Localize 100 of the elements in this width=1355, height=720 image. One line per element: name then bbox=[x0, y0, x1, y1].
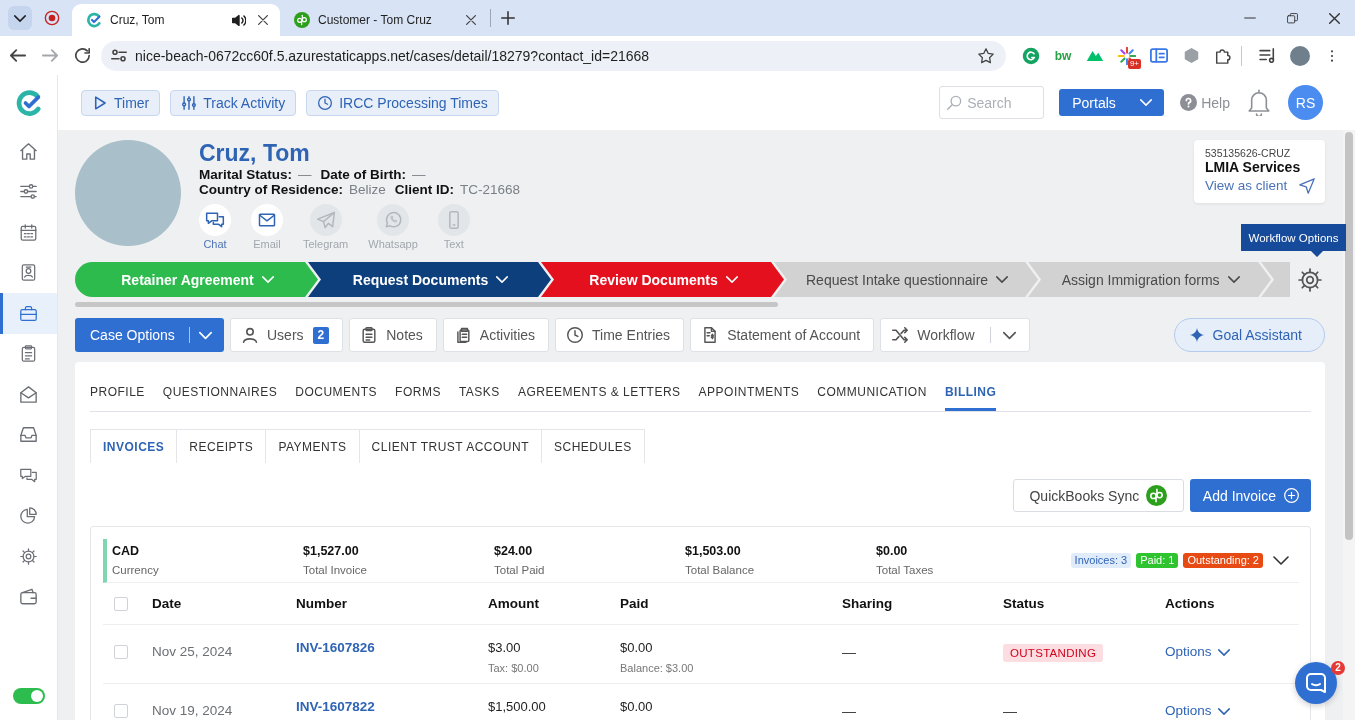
invoice-number-link[interactable]: INV-1607822 bbox=[296, 699, 375, 714]
plus-icon[interactable] bbox=[501, 11, 515, 25]
envelope-icon bbox=[251, 204, 283, 236]
site-settings-icon[interactable] bbox=[111, 49, 127, 62]
forward-arrow-icon[interactable] bbox=[42, 49, 58, 62]
add-invoice-button[interactable]: Add Invoice bbox=[1189, 479, 1311, 512]
case-action-button[interactable]: Workflow bbox=[880, 318, 1030, 352]
sidebar-item[interactable] bbox=[0, 293, 57, 334]
user-avatar[interactable]: RS bbox=[1288, 85, 1323, 120]
workflow-step[interactable]: Request Documents bbox=[308, 262, 551, 297]
search-field[interactable]: Search bbox=[939, 86, 1045, 119]
close-icon[interactable] bbox=[466, 15, 476, 25]
row-checkbox[interactable] bbox=[114, 704, 128, 718]
paid-amount: $0.00 bbox=[620, 640, 654, 656]
browser-tab[interactable]: Cruz, Tom bbox=[72, 4, 280, 36]
caret-icon bbox=[1217, 706, 1230, 716]
chevron-down-icon[interactable] bbox=[1273, 555, 1289, 566]
section-tab[interactable]: COMMUNICATION bbox=[817, 382, 927, 411]
reload-icon[interactable] bbox=[74, 48, 90, 63]
home-icon bbox=[20, 142, 37, 160]
column-header: Date bbox=[152, 595, 183, 612]
case-action-button[interactable]: Statement of Account bbox=[690, 318, 875, 352]
settings-icon[interactable] bbox=[1298, 267, 1322, 292]
subtab[interactable]: SCHEDULES bbox=[540, 429, 645, 463]
portals-button[interactable]: Portals bbox=[1059, 89, 1165, 116]
wallet-icon bbox=[20, 588, 37, 606]
column-header: Sharing bbox=[842, 595, 894, 612]
subtab[interactable]: INVOICES bbox=[90, 429, 178, 463]
invoice-number-link[interactable]: INV-1607826 bbox=[296, 640, 375, 655]
count-badge: 2 bbox=[312, 326, 330, 344]
app-logo-icon[interactable] bbox=[14, 89, 43, 117]
section-tab[interactable]: DOCUMENTS bbox=[295, 382, 378, 411]
section-tab[interactable]: FORMS bbox=[395, 382, 441, 411]
section-tab[interactable]: PROFILE bbox=[90, 382, 145, 411]
browser-tab[interactable]: Customer - Tom Cruz bbox=[280, 4, 488, 36]
extension-label[interactable]: bw bbox=[1054, 48, 1072, 63]
record-icon[interactable] bbox=[44, 10, 60, 26]
options-link[interactable]: Options bbox=[1165, 703, 1230, 719]
caret-icon bbox=[496, 275, 509, 284]
toggle-switch[interactable] bbox=[13, 688, 45, 704]
help-button[interactable]: Help bbox=[1180, 94, 1230, 111]
workflow-step[interactable]: Assign Immigration forms bbox=[1028, 262, 1272, 297]
case-action-button[interactable]: Users 2 bbox=[230, 318, 344, 352]
section-tab[interactable]: APPOINTMENTS bbox=[698, 382, 800, 411]
mountain-logo-icon[interactable] bbox=[1086, 49, 1104, 62]
bell-icon[interactable] bbox=[1248, 89, 1270, 116]
workflow-step[interactable]: Review Documents bbox=[541, 262, 784, 297]
toolbar-button[interactable]: Track Activity bbox=[170, 89, 297, 116]
goal-assistant-button[interactable]: Goal Assistant bbox=[1173, 318, 1325, 352]
dollar-document-icon bbox=[702, 327, 719, 343]
clipboards-icon bbox=[454, 327, 471, 343]
toolbar-button[interactable]: IRCC Processing Times bbox=[306, 89, 499, 116]
side-panel-icon[interactable] bbox=[1150, 48, 1168, 63]
view-as-client-link[interactable]: View as client bbox=[1205, 176, 1315, 196]
toolbar-button[interactable]: Timer bbox=[81, 89, 161, 116]
sync-button[interactable]: QuickBooks Sync bbox=[1012, 479, 1184, 512]
close-icon[interactable] bbox=[258, 15, 268, 25]
send-icon bbox=[1299, 178, 1315, 194]
balance-note: Balance: $3.00 bbox=[620, 661, 695, 675]
circle-logo-icon[interactable] bbox=[1022, 46, 1040, 65]
close-icon[interactable] bbox=[1328, 12, 1340, 24]
case-options-button[interactable]: Case Options bbox=[75, 318, 224, 352]
avatar-placeholder[interactable] bbox=[1290, 45, 1310, 66]
contact-option[interactable]: Chat bbox=[199, 204, 231, 251]
restore-icon[interactable] bbox=[1286, 12, 1298, 24]
section-tab[interactable]: QUESTIONNAIRES bbox=[162, 382, 278, 411]
service-name: LMIA Services bbox=[1205, 159, 1302, 176]
puzzle-icon[interactable] bbox=[1214, 47, 1232, 64]
back-arrow-icon[interactable] bbox=[10, 49, 26, 62]
caret-icon bbox=[725, 275, 738, 284]
speaker-icon[interactable] bbox=[232, 13, 246, 27]
options-link[interactable]: Options bbox=[1165, 644, 1230, 660]
workflow-step[interactable]: Request Intake questionnaire bbox=[774, 262, 1039, 297]
section-tab[interactable]: BILLING bbox=[944, 382, 997, 411]
briefcase-icon bbox=[20, 304, 37, 322]
summary-label: Currency bbox=[112, 563, 160, 578]
case-action-button[interactable]: Activities bbox=[442, 318, 550, 352]
summary-value: $0.00 bbox=[876, 543, 909, 559]
inbox-tray-icon bbox=[20, 426, 37, 444]
row-checkbox[interactable] bbox=[114, 645, 128, 659]
pie-chart-icon bbox=[20, 507, 37, 525]
tab-search-button[interactable] bbox=[8, 6, 32, 30]
count-badge: Invoices: 3 bbox=[1070, 553, 1132, 568]
vertical-scrollbar[interactable] bbox=[1343, 130, 1355, 720]
media-list-icon[interactable] bbox=[1259, 48, 1277, 63]
paid-amount: $0.00 bbox=[620, 699, 654, 715]
field-label: Marital Status: bbox=[199, 167, 293, 182]
section-tab[interactable]: AGREEMENTS & LETTERS bbox=[517, 382, 681, 411]
status-value: — bbox=[1003, 703, 1017, 719]
select-all-checkbox[interactable] bbox=[114, 596, 128, 611]
case-action-button[interactable]: Time Entries bbox=[555, 318, 685, 352]
star-icon[interactable] bbox=[978, 47, 994, 64]
section-tab[interactable]: TASKS bbox=[458, 382, 500, 411]
hexagon-icon[interactable] bbox=[1183, 47, 1199, 64]
column-header: Number bbox=[296, 595, 348, 612]
more-menu-icon[interactable] bbox=[1330, 48, 1334, 63]
case-action-button[interactable]: Notes bbox=[349, 318, 437, 352]
scrollbar-thumb[interactable] bbox=[1345, 132, 1353, 540]
horizontal-scrollbar-thumb[interactable] bbox=[75, 302, 778, 307]
address-bar[interactable]: nice-beach-0672cc60f.5.azurestaticapps.net/cases/detail/18279?contact_id=21668 bbox=[101, 40, 1006, 71]
